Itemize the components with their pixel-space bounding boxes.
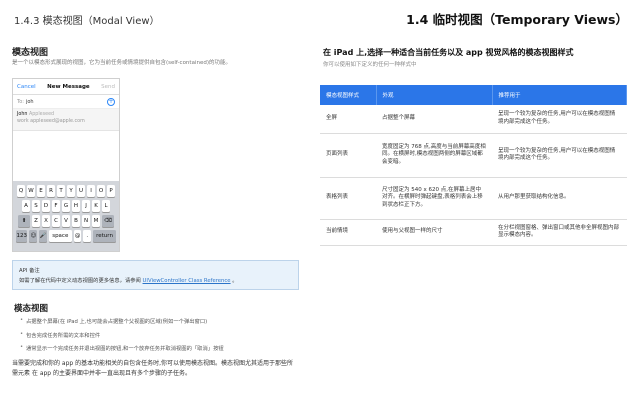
to-label: To:: [17, 98, 24, 105]
key[interactable]: P: [107, 185, 115, 197]
key[interactable]: A: [22, 200, 30, 212]
send-button[interactable]: Send: [101, 84, 115, 90]
key[interactable]: H: [72, 200, 80, 212]
api-note-suffix: 。: [232, 278, 238, 284]
modal-bullet-list: 占据整个屏幕(在 iPad 上,也可能会占据整个父视图的区域(例如一个弹出窗口)…: [20, 317, 224, 358]
keyboard-row-4: 123 ☺ 🎤 space @ . return: [15, 230, 117, 242]
table-cell: 从用户那里获取结构化信息。: [492, 177, 627, 220]
emoji-key-icon[interactable]: ☺: [29, 230, 38, 242]
key[interactable]: J: [82, 200, 90, 212]
key[interactable]: W: [27, 185, 35, 197]
key[interactable]: Q: [17, 185, 25, 197]
modal-section-title: 模态视图: [14, 304, 49, 314]
list-item: 通常显示一个完成任务并退出视图的按钮,和一个放弃任务并取消视图的「取消」按钮: [20, 344, 224, 352]
key[interactable]: Y: [67, 185, 75, 197]
table-cell: 使用与父视图一样的尺寸: [376, 219, 492, 246]
key[interactable]: E: [37, 185, 45, 197]
add-contact-icon[interactable]: +: [107, 98, 115, 106]
table-header-cell: 模态视图样式: [320, 85, 377, 105]
keyboard-row-1: Q W E R T Y U I O P: [15, 185, 117, 197]
key[interactable]: Z: [32, 215, 40, 227]
new-message-title: New Message: [47, 83, 90, 90]
keyboard: Q W E R T Y U I O P A S D F G H J K L ⬆ …: [13, 181, 119, 251]
table-row: 表格列表 尺寸固定为 540 x 620 点,在屏幕上居中对齐。在横屏时弹起键盘…: [320, 177, 627, 220]
phone-screenshot: Cancel New Message Send To: joh + John A…: [12, 78, 120, 252]
key[interactable]: X: [42, 215, 50, 227]
api-reference-link[interactable]: UIViewController Class Reference: [143, 278, 231, 284]
key[interactable]: N: [82, 215, 90, 227]
key[interactable]: K: [92, 200, 100, 212]
shift-key-icon[interactable]: ⬆: [18, 215, 30, 227]
message-body[interactable]: [13, 131, 119, 183]
table-cell: 表格列表: [320, 177, 376, 220]
api-note-body: 如需了解在代码中定义动态视图的更多信息，请参阅 UIViewController…: [19, 276, 292, 284]
key[interactable]: V: [62, 215, 70, 227]
modal-summary: 当需要完成和你的 app 的基本功能相关的自包含任务时,你可以使用模态视图。模态…: [12, 360, 294, 377]
key[interactable]: S: [32, 200, 40, 212]
table-cell: 宽度固定为 768 点,高度与当前屏幕高度相同。在横屏时,模态视图两侧的屏幕区域…: [376, 133, 492, 178]
key[interactable]: L: [102, 200, 110, 212]
table-cell: 当前情境: [320, 219, 376, 246]
mail-nav-bar: Cancel New Message Send: [13, 79, 119, 95]
api-note-title: API 备注: [19, 268, 40, 274]
table-cell: 尺寸固定为 540 x 620 点,在屏幕上居中对齐。在横屏时弹起键盘,表格列表…: [376, 177, 492, 220]
section-header-right: 1.4 临时视图（Temporary Views）: [406, 12, 628, 27]
modal-styles-table: 模态视图样式 外观 推荐用于 全屏 占据整个屏幕 呈现一个较为复杂的任务,用户可…: [320, 85, 627, 246]
table-header-cell: 推荐用于: [492, 85, 627, 105]
list-item: 占据整个屏幕(在 iPad 上,也可能会占据整个父视图的区域(例如一个弹出窗口): [20, 317, 224, 325]
key[interactable]: B: [72, 215, 80, 227]
table-cell: 呈现一个较为复杂的任务,用户可以在模态视图情境内部完成这个任务。: [492, 105, 627, 134]
mic-key-icon[interactable]: 🎤: [39, 230, 47, 242]
suggestion-name: John: [17, 112, 28, 117]
table-row: 页面列表 宽度固定为 768 点,高度与当前屏幕高度相同。在横屏时,模态视图两侧…: [320, 133, 627, 178]
key[interactable]: I: [87, 185, 95, 197]
ipad-style-title: 在 iPad 上,选择一种适合当前任务以及 app 视觉风格的模态视图样式: [323, 48, 574, 57]
key[interactable]: D: [42, 200, 50, 212]
at-key[interactable]: @: [73, 230, 82, 242]
numbers-key[interactable]: 123: [16, 230, 28, 242]
backspace-key-icon[interactable]: ⌫: [102, 215, 114, 227]
space-key[interactable]: space: [48, 230, 72, 242]
cancel-button[interactable]: Cancel: [17, 84, 36, 90]
key[interactable]: F: [52, 200, 60, 212]
table-row: 全屏 占据整个屏幕 呈现一个较为复杂的任务,用户可以在模态视图情境内部完成这个任…: [320, 105, 627, 134]
table-cell: 全屏: [320, 105, 376, 134]
period-key[interactable]: .: [83, 230, 92, 242]
modal-view-title: 模态视图: [12, 48, 49, 58]
keyboard-row-3: ⬆ Z X C V B N M ⌫: [15, 215, 117, 227]
to-field[interactable]: To: joh +: [13, 95, 119, 109]
table-cell: 占据整个屏幕: [376, 105, 492, 134]
contact-suggestion[interactable]: John Appleseed work appleseed@apple.com: [13, 109, 119, 131]
section-header-left: 1.4.3 模态视图（Modal View）: [14, 16, 160, 27]
ipad-style-subtitle: 你可以使用如下定义的任何一种样式中: [323, 62, 417, 68]
table-cell: 呈现一个较为复杂的任务,用户可以在模态视图情境内部完成这个任务。: [492, 133, 627, 178]
key[interactable]: O: [97, 185, 105, 197]
table-header-cell: 外观: [376, 85, 493, 105]
api-note: API 备注 如需了解在代码中定义动态视图的更多信息，请参阅 UIViewCon…: [12, 260, 299, 290]
key[interactable]: C: [52, 215, 60, 227]
modal-view-description: 是一个以模态形式展现的视图，它为当前任务或情境提供自包含(self-contai…: [12, 60, 231, 66]
key[interactable]: R: [47, 185, 55, 197]
key[interactable]: G: [62, 200, 70, 212]
key[interactable]: M: [92, 215, 100, 227]
keyboard-row-2: A S D F G H J K L: [15, 200, 117, 212]
table-row: 当前情境 使用与父视图一样的尺寸 在分栏视图窗格、弹出窗口或其他非全屏视图内部显…: [320, 219, 627, 246]
key[interactable]: T: [57, 185, 65, 197]
return-key[interactable]: return: [93, 230, 117, 242]
api-note-text: 如需了解在代码中定义动态视图的更多信息，请参阅: [19, 278, 141, 284]
suggestion-name-tag: Appleseed: [28, 112, 55, 117]
to-value: joh: [25, 98, 34, 105]
suggestion-email: work appleseed@apple.com: [17, 119, 85, 124]
table-cell: 页面列表: [320, 133, 376, 178]
table-cell: 在分栏视图窗格、弹出窗口或其他非全屏视图内部显示模态内容。: [492, 219, 627, 246]
table-header-row: 模态视图样式 外观 推荐用于: [320, 85, 627, 105]
key[interactable]: U: [77, 185, 85, 197]
list-item: 包含完成任务所需的文本和控件: [20, 331, 224, 339]
